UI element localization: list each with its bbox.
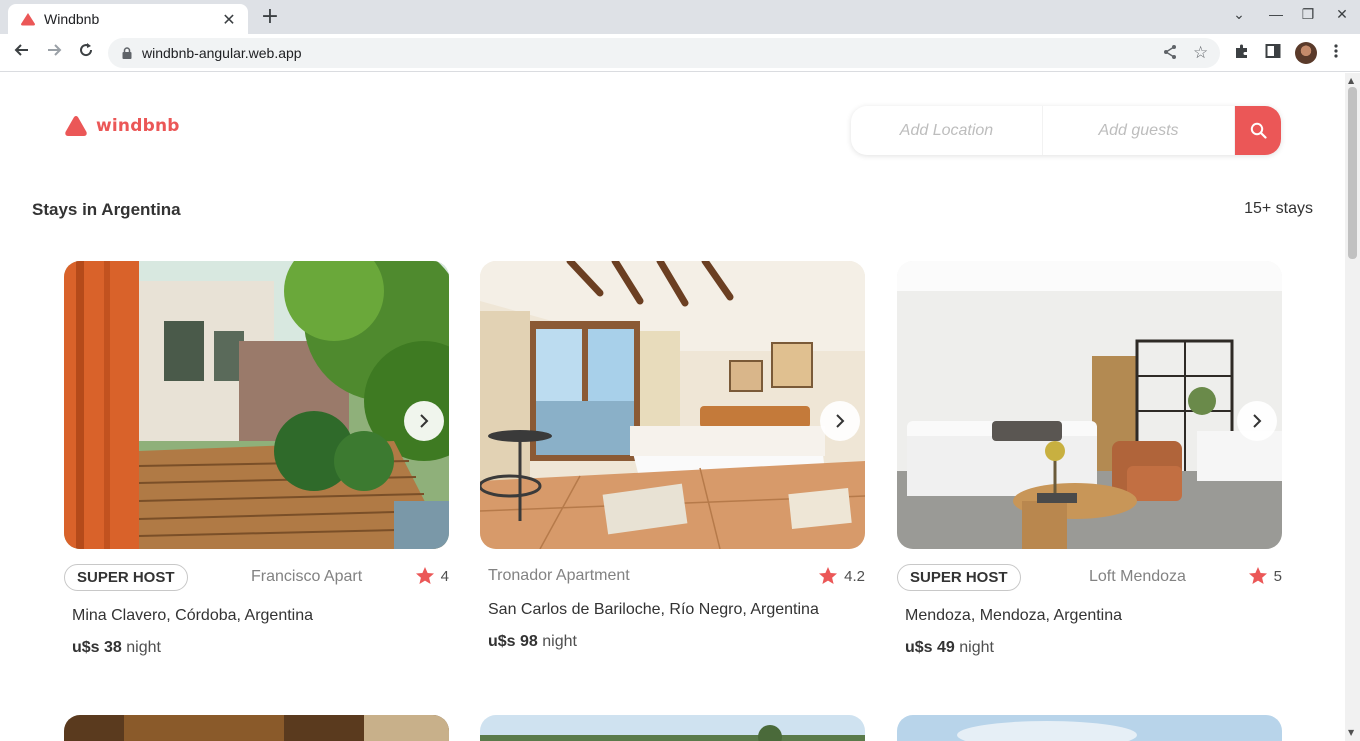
browser-toolbar: windbnb-angular.web.app ☆ — [0, 34, 1360, 72]
star-icon — [415, 567, 434, 584]
search-icon — [1250, 122, 1267, 139]
rating-value: 4.2 — [844, 567, 865, 585]
restore-icon[interactable]: ❐ — [1298, 6, 1318, 23]
price-amount: u$s 49 — [905, 639, 955, 656]
location-field[interactable]: Add Location — [851, 106, 1043, 155]
stay-photo[interactable] — [64, 261, 449, 549]
stay-price: u$s 38 night — [72, 639, 161, 657]
logo-mark-icon — [65, 116, 87, 136]
stay-location: Mina Clavero, Córdoba, Argentina — [72, 607, 314, 624]
stay-price: u$s 98 night — [488, 633, 577, 651]
new-tab-button[interactable]: + — [258, 5, 282, 29]
browser-tabstrip: Windbnb ✕ + ⌄ — ❐ ✕ — [0, 0, 1360, 34]
chevron-right-icon — [1253, 414, 1262, 428]
kebab-menu-icon[interactable] — [1333, 43, 1339, 63]
scroll-down-arrow-icon[interactable]: ▼ — [1348, 728, 1354, 737]
tab-search-chevron-icon[interactable]: ⌄ — [1229, 6, 1249, 23]
tab-close-icon[interactable]: ✕ — [220, 10, 238, 29]
price-unit: night — [542, 633, 577, 650]
rating-value: 4 — [440, 567, 449, 585]
back-arrow-icon[interactable] — [10, 41, 34, 65]
property-type: Loft Mendoza — [1089, 568, 1186, 585]
super-host-badge: SUPER HOST — [64, 564, 188, 591]
scroll-thumb[interactable] — [1348, 87, 1357, 259]
profile-avatar[interactable] — [1295, 42, 1317, 64]
bookmark-star-icon[interactable]: ☆ — [1193, 43, 1208, 63]
share-icon[interactable] — [1162, 44, 1178, 64]
price-unit: night — [959, 639, 994, 656]
price-amount: u$s 98 — [488, 633, 538, 650]
property-type: Tronador Apartment — [488, 567, 630, 584]
search-bar[interactable]: Add Location Add guests — [851, 106, 1281, 155]
stay-location: Mendoza, Mendoza, Argentina — [905, 607, 1123, 624]
url-text: windbnb-angular.web.app — [142, 45, 302, 61]
stay-card-peek[interactable] — [897, 715, 1282, 741]
star-icon — [1248, 567, 1267, 584]
search-button[interactable] — [1235, 106, 1281, 155]
rating: 4.2 — [818, 566, 865, 586]
stays-count: 15+ stays — [1244, 200, 1313, 217]
next-photo-button[interactable] — [1237, 401, 1277, 441]
stay-price: u$s 49 night — [905, 639, 994, 657]
page-scrollbar[interactable]: ▲ ▼ — [1345, 73, 1360, 741]
price-amount: u$s 38 — [72, 639, 122, 656]
windbnb-logo[interactable]: windbnb — [64, 115, 180, 137]
chevron-right-icon — [420, 414, 429, 428]
close-window-icon[interactable]: ✕ — [1332, 6, 1352, 23]
section-title: Stays in Argentina — [32, 200, 181, 219]
price-unit: night — [126, 639, 161, 656]
guests-field[interactable]: Add guests — [1043, 106, 1235, 155]
scroll-up-arrow-icon[interactable]: ▲ — [1348, 76, 1354, 85]
next-photo-button[interactable] — [404, 401, 444, 441]
page-viewport: windbnb Add Location Add guests Stays in… — [0, 73, 1345, 741]
rating-value: 5 — [1273, 567, 1282, 585]
airbnb-logo-icon — [21, 13, 35, 26]
forward-arrow-icon[interactable] — [42, 41, 66, 65]
next-photo-button[interactable] — [820, 401, 860, 441]
stay-location: San Carlos de Bariloche, Río Negro, Arge… — [488, 601, 819, 618]
tab-title: Windbnb — [44, 11, 100, 27]
stay-photo[interactable] — [480, 261, 865, 549]
property-type: Francisco Apart — [251, 568, 363, 585]
extensions-puzzle-icon[interactable] — [1234, 43, 1250, 63]
stay-card-peek[interactable] — [64, 715, 449, 741]
reload-icon[interactable] — [74, 41, 98, 65]
super-host-badge: SUPER HOST — [897, 564, 1021, 591]
chevron-right-icon — [836, 414, 845, 428]
address-bar[interactable]: windbnb-angular.web.app ☆ — [108, 38, 1220, 68]
minimize-icon[interactable]: — — [1266, 6, 1286, 22]
logo-text: windbnb — [96, 116, 180, 136]
lock-icon — [122, 47, 132, 59]
browser-tab[interactable]: Windbnb ✕ — [8, 4, 248, 34]
stay-photo[interactable] — [897, 261, 1282, 549]
star-icon — [819, 567, 838, 584]
rating: 5 — [1248, 566, 1282, 586]
side-panel-icon[interactable] — [1265, 43, 1281, 63]
rating: 4 — [415, 566, 449, 586]
stay-card-peek[interactable] — [480, 715, 865, 741]
